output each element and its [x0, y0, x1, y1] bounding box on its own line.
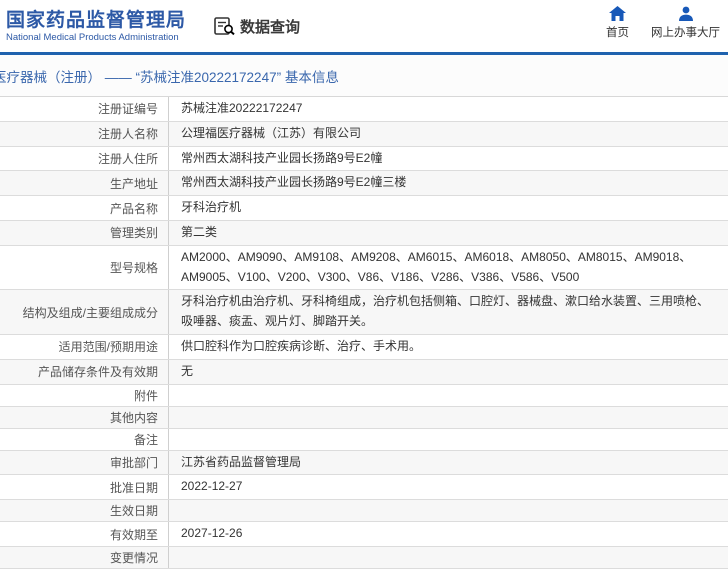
row-label: 其他内容	[0, 406, 169, 428]
row-value: 常州西太湖科技产业园长扬路9号E2幢三楼	[169, 171, 728, 195]
nav-item-home[interactable]: 首页	[606, 6, 629, 40]
row-label: 管理类别	[0, 220, 169, 245]
data-query-label: 数据查询	[240, 18, 301, 36]
row-label: 注册人住所	[0, 146, 169, 171]
table-row: 审批部门 江苏省药品监督管理局	[0, 450, 728, 476]
row-value	[169, 547, 728, 568]
table-row: 变更情况	[0, 546, 728, 569]
row-label: 结构及组成/主要组成成分	[0, 290, 169, 334]
table-row: 注册证编号 苏械注准20222172247	[0, 97, 728, 122]
row-value: 苏械注准20222172247	[169, 97, 728, 121]
data-query-tab[interactable]: 数据查询	[214, 16, 300, 37]
row-label: 生产地址	[0, 171, 169, 196]
table-row: 有效期至 2027-12-26	[0, 522, 728, 547]
table-row: 附件	[0, 384, 728, 407]
table-row: 产品储存条件及有效期无	[0, 359, 728, 385]
row-label: 审批部门	[0, 450, 169, 475]
table-row: 注册人住所 常州西太湖科技产业园长扬路9号E2幢	[0, 146, 728, 172]
data-query-icon	[214, 16, 236, 36]
row-value-text: 苏械注准20222172247	[181, 101, 303, 115]
row-value-text: 牙科治疗机	[181, 200, 242, 215]
row-label: 附件	[0, 384, 169, 406]
table-row: 批准日期 2022-12-27	[0, 475, 728, 501]
row-value-text: 第二类	[181, 224, 218, 239]
row-value: 2022-12-27	[169, 475, 728, 499]
home-icon	[609, 6, 626, 21]
row-value-text: 公理福医疗器械（江苏）有限公司	[181, 125, 362, 140]
row-label: 注册人名称	[0, 121, 169, 146]
user-icon	[678, 6, 694, 21]
row-value-text: AM2000、AM9090、AM9108、AM9208、AM6015、AM601…	[181, 249, 692, 284]
row-label: 型号规格	[0, 245, 169, 290]
table-row: 结构及组成/主要组成成分 牙科治疗机由治疗机、牙科椅组成，治疗机包括侧箱、口腔灯、…	[0, 290, 728, 335]
row-value: 供口腔科作为口腔疾病诊断、治疗、手术用。	[169, 335, 728, 359]
page: 国家药品监督管理局 National Medical Products Admi…	[0, 0, 728, 569]
row-label: 备注	[0, 428, 169, 450]
row-value-text: 无	[181, 363, 194, 378]
row-value	[169, 429, 728, 450]
row-value: 牙科治疗机	[169, 196, 728, 220]
row-value-text: 常州西太湖科技产业园长扬路9号E2幢三楼	[181, 175, 407, 190]
row-value-text: 常州西太湖科技产业园长扬路9号E2幢	[181, 150, 383, 165]
logo-subtitle: National Medical Products Administration	[6, 31, 179, 43]
row-label: 产品名称	[0, 196, 169, 220]
row-value: 2027-12-26	[169, 522, 728, 546]
table-row: 管理类别 第二类	[0, 220, 728, 246]
table-row: 备注	[0, 428, 728, 451]
row-value-text: 江苏省药品监督管理局	[181, 454, 302, 469]
row-label: 生效日期	[0, 500, 169, 522]
row-value	[169, 500, 728, 521]
row-value	[169, 407, 728, 428]
row-value-text: 2022-12-27	[181, 479, 243, 494]
row-value: 公理福医疗器械（江苏）有限公司	[169, 122, 728, 146]
site-header: 国家药品监督管理局 National Medical Products Admi…	[0, 0, 728, 52]
nmpa-logo[interactable]: 国家药品监督管理局 National Medical Products Admi…	[6, 10, 186, 43]
table-row: 其他内容	[0, 406, 728, 429]
row-value-text: 牙科治疗机由治疗机、牙科椅组成，治疗机包括侧箱、口腔灯、器械盘、漱口给水装置、三…	[181, 294, 710, 329]
table-row: 生产地址 常州西太湖科技产业园长扬路9号E2幢三楼	[0, 171, 728, 197]
row-label: 注册证编号	[0, 97, 169, 121]
row-label: 批准日期	[0, 475, 169, 500]
nav-item-label: 网上办事大厅	[651, 27, 720, 39]
row-value: AM2000、AM9090、AM9108、AM9208、AM6015、AM601…	[169, 246, 728, 290]
row-value: 无	[169, 360, 728, 384]
row-value-text: 2027-12-26	[181, 526, 243, 541]
row-label: 有效期至	[0, 522, 169, 546]
logo-title: 国家药品监督管理局	[6, 9, 187, 31]
page-title: 医疗器械（注册） —— “苏械注准20222172247” 基本信息	[0, 69, 339, 85]
row-value: 常州西太湖科技产业园长扬路9号E2幢	[169, 147, 728, 171]
row-label: 适用范围/预期用途	[0, 334, 169, 359]
table-row: 生效日期	[0, 500, 728, 523]
row-value: 第二类	[169, 221, 728, 245]
breadcrumb-bar: 医疗器械（注册） —— “苏械注准20222172247” 基本信息	[0, 55, 728, 97]
nav-item-service-hall[interactable]: 网上办事大厅	[651, 6, 720, 40]
row-value-text: 供口腔科作为口腔疾病诊断、治疗、手术用。	[181, 338, 422, 353]
row-label: 变更情况	[0, 546, 169, 568]
header-nav: 首页 网上办事大厅	[606, 6, 720, 40]
info-table: 注册证编号 苏械注准20222172247 注册人名称 公理福医疗器械（江苏）有限公司…	[0, 97, 728, 569]
row-value	[169, 385, 728, 406]
table-row: 型号规格 AM2000、AM9090、AM9108、AM9208、AM6015、A…	[0, 245, 728, 291]
table-row: 注册人名称 公理福医疗器械（江苏）有限公司	[0, 121, 728, 147]
table-row: 产品名称 牙科治疗机	[0, 196, 728, 221]
table-row: 适用范围/预期用途 供口腔科作为口腔疾病诊断、治疗、手术用。	[0, 334, 728, 360]
row-value: 牙科治疗机由治疗机、牙科椅组成，治疗机包括侧箱、口腔灯、器械盘、漱口给水装置、三…	[169, 290, 728, 334]
nav-item-label: 首页	[606, 27, 629, 39]
row-value: 江苏省药品监督管理局	[169, 451, 728, 475]
row-label: 产品储存条件及有效期	[0, 359, 169, 384]
